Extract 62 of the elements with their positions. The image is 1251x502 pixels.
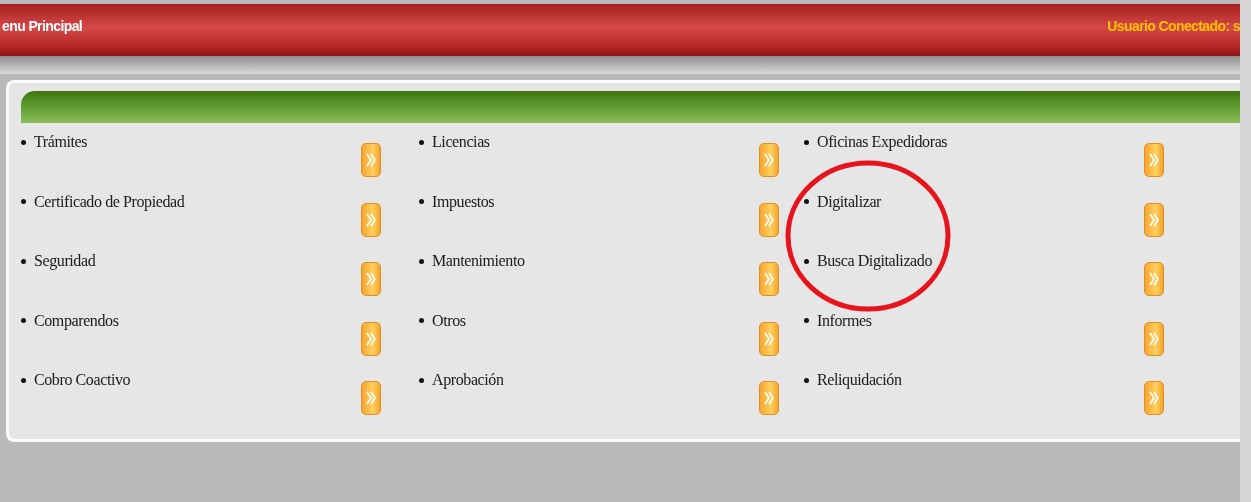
double-chevron-icon [366, 330, 376, 347]
double-chevron-icon [1149, 271, 1159, 287]
go-button[interactable] [361, 381, 381, 415]
double-chevron-icon [1149, 211, 1159, 228]
menu-link[interactable]: Digitalizar [817, 192, 881, 211]
menu-link[interactable]: Otros [432, 311, 466, 330]
double-chevron-icon [1149, 390, 1159, 406]
go-button[interactable] [1144, 262, 1164, 296]
menu-link[interactable]: Busca Digitalizado [817, 252, 932, 270]
go-button[interactable] [759, 321, 779, 356]
go-button[interactable] [361, 202, 381, 237]
double-chevron-icon [764, 211, 774, 228]
bullet-icon [804, 377, 809, 383]
double-chevron-icon [764, 330, 774, 347]
go-button[interactable] [361, 262, 381, 296]
go-button[interactable] [1144, 143, 1164, 177]
menu-link[interactable]: Oficinas Expedidoras [817, 133, 948, 151]
go-button[interactable] [361, 143, 381, 177]
menu-link[interactable]: Mantenimiento [432, 252, 525, 270]
go-button[interactable] [1144, 202, 1164, 237]
go-button[interactable] [759, 143, 779, 177]
bullet-icon [21, 258, 26, 264]
menu-link[interactable]: Licencias [432, 133, 490, 151]
bullet-icon [419, 377, 424, 383]
menu-link[interactable]: Informes [817, 311, 872, 330]
double-chevron-icon [764, 390, 774, 406]
bullet-icon [21, 377, 26, 383]
double-chevron-icon [764, 271, 774, 287]
go-button[interactable] [759, 381, 779, 415]
bullet-icon [419, 139, 424, 145]
menu-link[interactable]: Aprobación [432, 371, 504, 389]
bullet-icon [21, 139, 26, 145]
user-label: Usuario Conectado: s [1107, 18, 1240, 34]
bullet-icon [804, 139, 809, 145]
go-button[interactable] [759, 262, 779, 296]
double-chevron-icon [366, 271, 376, 287]
double-chevron-icon [366, 211, 376, 228]
go-button[interactable] [1144, 321, 1164, 356]
double-chevron-icon [1149, 152, 1159, 168]
double-chevron-icon [1149, 330, 1159, 347]
go-button[interactable] [1144, 381, 1164, 415]
bullet-icon [419, 258, 424, 264]
double-chevron-icon [764, 152, 774, 168]
go-button[interactable] [361, 321, 381, 356]
menu-link[interactable]: Cobro Coactivo [34, 371, 131, 389]
double-chevron-icon [366, 152, 376, 168]
go-button[interactable] [759, 202, 779, 237]
bullet-icon [804, 258, 809, 264]
menu-link[interactable]: Reliquidación [817, 371, 902, 389]
bullet-icon [419, 318, 424, 323]
header-title: enu Principal [1, 18, 83, 34]
bullet-icon [419, 199, 424, 204]
bullet-icon [21, 318, 26, 323]
menu-link[interactable]: Certificado de Propiedad [34, 192, 185, 211]
double-chevron-icon [366, 390, 376, 406]
menu-link[interactable]: Impuestos [432, 192, 495, 211]
bullet-icon [804, 199, 809, 204]
bullet-icon [21, 199, 26, 204]
menu-link[interactable]: Comparendos [34, 311, 119, 330]
menu-link[interactable]: Trámites [34, 133, 88, 151]
menu-link[interactable]: Seguridad [34, 252, 96, 270]
bullet-icon [804, 318, 809, 323]
